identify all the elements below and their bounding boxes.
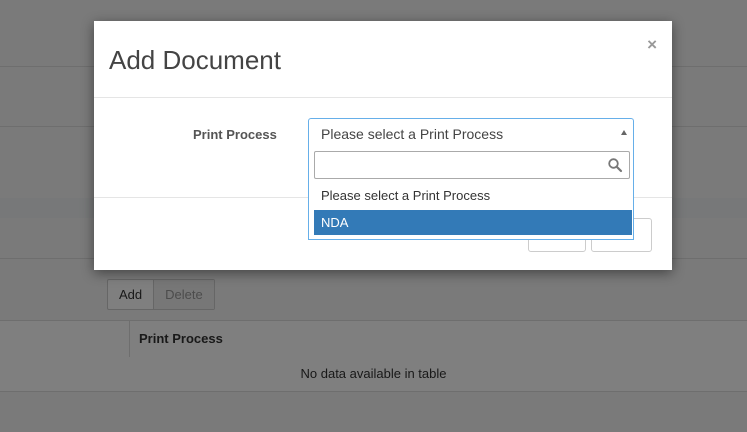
select-search-input[interactable] [315,152,605,178]
select-dropdown: Please select a Print Process NDA [308,148,634,240]
caret-up-icon [621,130,627,135]
select-current-value: Please select a Print Process [321,126,504,142]
select-search-box [314,151,630,179]
option-nda[interactable]: NDA [314,210,632,235]
add-document-modal: Add Document × Print Process Please sele… [94,21,672,270]
modal-title: Add Document [109,45,281,75]
print-process-label: Print Process [193,127,277,142]
option-please-select[interactable]: Please select a Print Process [314,183,632,208]
close-button[interactable]: × [647,35,657,55]
search-icon [608,158,623,173]
print-process-select[interactable]: Please select a Print Process [308,118,634,148]
modal-header: Add Document × [94,21,672,98]
